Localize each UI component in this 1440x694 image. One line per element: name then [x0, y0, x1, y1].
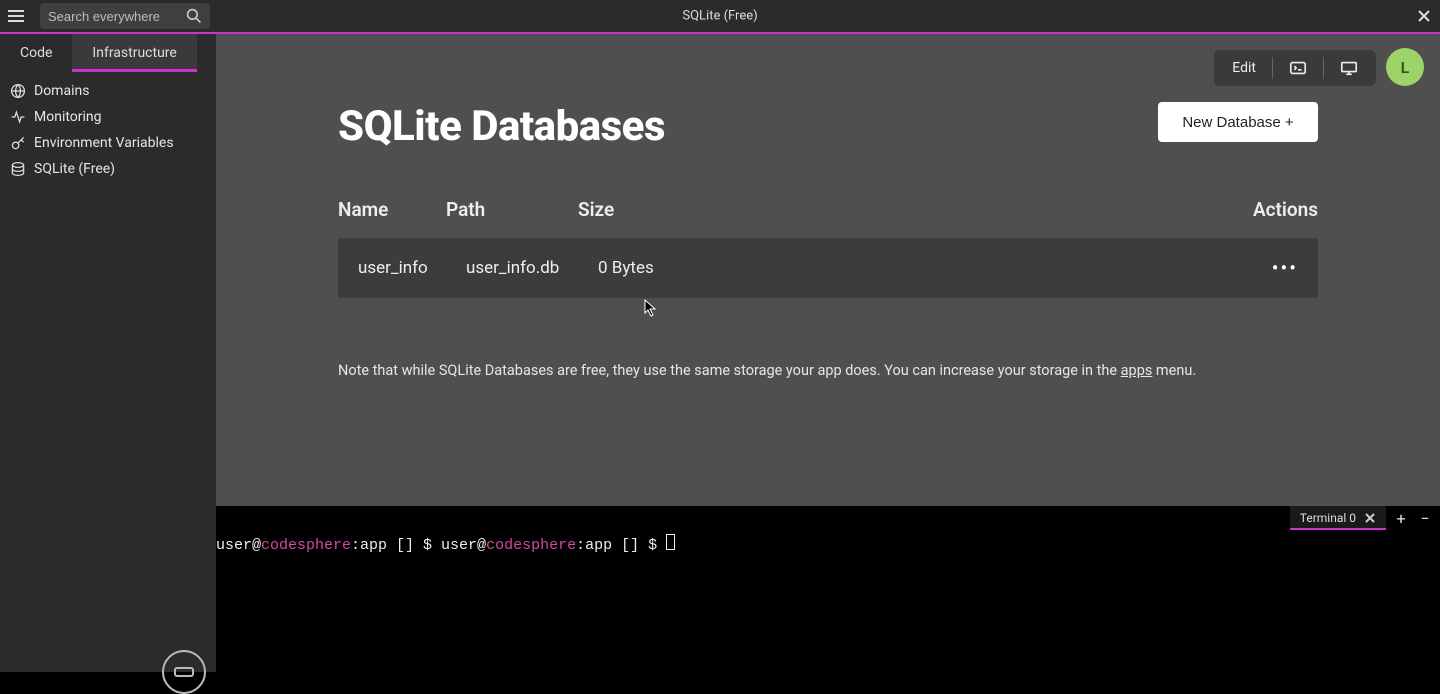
terminal-add-button[interactable]: + [1392, 509, 1410, 527]
activity-icon [10, 109, 26, 125]
prompt-user: user@ [216, 537, 261, 554]
cell-path: user_info.db [466, 258, 598, 278]
globe-icon [10, 83, 26, 99]
terminal-icon [1289, 59, 1307, 77]
toolbar-divider [1272, 57, 1273, 79]
close-icon [1365, 513, 1375, 523]
terminal-tab-label: Terminal 0 [1300, 511, 1356, 525]
table-row[interactable]: user_info user_info.db 0 Bytes ••• [338, 238, 1318, 298]
database-icon [10, 161, 26, 177]
monitor-button[interactable] [1328, 54, 1370, 82]
prompt-path-2: :app [] $ [576, 537, 666, 554]
table-header: Name Path Size Actions [338, 190, 1318, 228]
terminal-minimize-button[interactable]: − [1416, 509, 1434, 527]
mouse-cursor-artifact [644, 299, 656, 317]
main-panel: Edit L SQLite Databases New Database + N… [216, 34, 1440, 506]
sidebar-item-label: Domains [34, 83, 89, 99]
database-table: Name Path Size Actions user_info user_in… [338, 190, 1318, 298]
left-sidebar: Code Infrastructure Domains Monitoring E… [0, 34, 216, 672]
sidebar-nav: Domains Monitoring Environment Variables… [0, 72, 216, 182]
tabs-row: Code Infrastructure [0, 34, 216, 72]
minus-icon: − [1420, 509, 1429, 528]
close-button[interactable] [1414, 6, 1434, 26]
sidebar-item-domains[interactable]: Domains [0, 78, 216, 104]
tab-infrastructure[interactable]: Infrastructure [72, 34, 196, 72]
apps-link[interactable]: apps [1121, 362, 1153, 379]
titlebar: SQLite (Free) [0, 0, 1440, 32]
bottom-widget-icon[interactable] [162, 650, 206, 694]
edit-button[interactable]: Edit [1220, 54, 1268, 82]
col-header-path: Path [446, 198, 578, 221]
new-database-button[interactable]: New Database + [1158, 102, 1318, 142]
tab-code[interactable]: Code [0, 34, 72, 72]
prompt-path: :app [] $ [351, 537, 441, 554]
hamburger-icon [7, 9, 25, 23]
row-actions-menu[interactable]: ••• [1258, 256, 1298, 280]
close-icon [1418, 10, 1430, 22]
storage-note: Note that while SQLite Databases are fre… [338, 362, 1196, 379]
sidebar-item-label: Monitoring [34, 109, 102, 125]
note-text: Note that while SQLite Databases are fre… [338, 362, 1121, 379]
terminal-cursor [666, 534, 675, 550]
sidebar-item-label: SQLite (Free) [34, 161, 115, 177]
key-icon [10, 135, 26, 151]
avatar[interactable]: L [1386, 48, 1424, 86]
prompt-host: codesphere [261, 537, 351, 554]
sidebar-item-env-vars[interactable]: Environment Variables [0, 130, 216, 156]
cell-name: user_info [358, 258, 466, 278]
terminal-toggle-button[interactable] [1277, 54, 1319, 82]
search-icon [186, 8, 202, 24]
note-text-suffix: menu. [1152, 362, 1196, 379]
prompt-user-2: user@ [441, 537, 486, 554]
top-toolbar: Edit [1214, 50, 1376, 86]
monitor-icon [1340, 59, 1358, 77]
terminal-tabs: Terminal 0 + − [1290, 506, 1434, 530]
sidebar-item-monitoring[interactable]: Monitoring [0, 104, 216, 130]
cell-size: 0 Bytes [598, 258, 1194, 278]
prompt-host-2: codesphere [486, 537, 576, 554]
plus-icon: + [1396, 509, 1405, 528]
widget-inner-icon [174, 667, 194, 677]
terminal-tab-close[interactable] [1364, 512, 1376, 524]
page-heading: SQLite Databases [338, 102, 665, 151]
ellipsis-icon: ••• [1272, 256, 1298, 280]
terminal-body[interactable]: user@codesphere:app [] $ user@codesphere… [216, 530, 1440, 672]
col-header-name: Name [338, 198, 446, 221]
terminal-panel: Terminal 0 + − user@codesphere:app [] $ … [216, 506, 1440, 672]
app-title: SQLite (Free) [682, 9, 757, 24]
col-header-size: Size [578, 198, 1214, 221]
search-box[interactable] [40, 3, 210, 29]
hamburger-menu[interactable] [0, 0, 32, 32]
toolbar-divider [1323, 57, 1324, 79]
sidebar-item-label: Environment Variables [34, 135, 174, 151]
sidebar-item-sqlite[interactable]: SQLite (Free) [0, 156, 216, 182]
terminal-tab[interactable]: Terminal 0 [1290, 506, 1386, 530]
col-header-actions: Actions [1214, 198, 1318, 221]
